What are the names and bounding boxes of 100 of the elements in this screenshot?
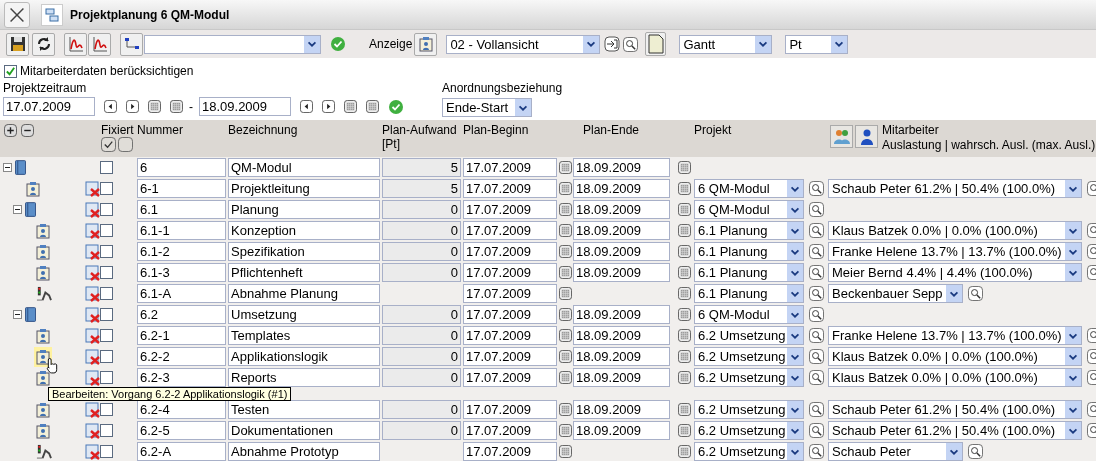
number-field[interactable]: 6.2-2: [137, 347, 226, 366]
delete-button[interactable]: [85, 180, 101, 197]
calendar-button[interactable]: [678, 203, 691, 216]
effort-field[interactable]: 0: [382, 263, 461, 282]
search-button[interactable]: [623, 36, 639, 52]
collapse-toggle[interactable]: [13, 205, 22, 214]
calendar-button[interactable]: [678, 182, 691, 195]
calendar-button[interactable]: [559, 371, 572, 384]
effort-field[interactable]: 0: [382, 368, 461, 387]
date-field[interactable]: 18.09.2009: [573, 158, 670, 177]
project-select[interactable]: 6.1 Planung: [694, 284, 804, 303]
project-select[interactable]: 6.2 Umsetzung: [694, 326, 804, 345]
delete-button[interactable]: [85, 222, 101, 239]
calendar-button[interactable]: [559, 329, 572, 342]
expand-all-button[interactable]: [3, 123, 18, 138]
number-field[interactable]: 6.1-1: [137, 221, 226, 240]
date-field[interactable]: 18.09.2009: [573, 421, 670, 440]
search-button[interactable]: [809, 328, 824, 343]
project-select[interactable]: 6.1 Planung: [694, 242, 804, 261]
calendar-button[interactable]: [559, 266, 572, 279]
date-field[interactable]: 17.07.2009: [463, 284, 557, 303]
apply-button[interactable]: [604, 36, 621, 52]
name-field[interactable]: Planung: [228, 200, 380, 219]
date-field[interactable]: 17.07.2009: [463, 200, 557, 219]
search-button[interactable]: [968, 286, 983, 301]
name-field[interactable]: Applikationslogik: [228, 347, 380, 366]
checkbox[interactable]: [100, 329, 113, 342]
name-field[interactable]: Templates: [228, 326, 380, 345]
delete-button[interactable]: [85, 422, 101, 439]
date-field[interactable]: 17.07.2009: [463, 242, 557, 261]
name-field[interactable]: Reports: [228, 368, 380, 387]
page-button[interactable]: [645, 32, 667, 56]
relation-select[interactable]: Ende-Start: [442, 98, 532, 117]
project-select[interactable]: 6.1 Planung: [694, 263, 804, 282]
date-field[interactable]: 17.07.2009: [463, 263, 557, 282]
calendar-button[interactable]: [678, 266, 691, 279]
delete-button[interactable]: [85, 243, 101, 260]
previous-button[interactable]: [300, 100, 313, 113]
effort-field[interactable]: 0: [382, 326, 461, 345]
name-field[interactable]: QM-Modul: [228, 158, 380, 177]
calendar-button[interactable]: [559, 287, 572, 300]
person-button[interactable]: [855, 125, 878, 148]
date-field[interactable]: 17.07.2009: [3, 97, 95, 116]
next-button[interactable]: [322, 100, 335, 113]
date-field[interactable]: 18.09.2009: [199, 97, 291, 116]
project-select[interactable]: 6.2 Umsetzung: [694, 442, 804, 461]
effort-field[interactable]: 0: [382, 400, 461, 419]
folder-icon[interactable]: [24, 306, 37, 323]
effort-field[interactable]: 0: [382, 221, 461, 240]
employee-select[interactable]: Franke Helene 13.7% | 13.7% (100.0%): [828, 326, 1082, 345]
search-button[interactable]: [809, 202, 824, 217]
calendar-button[interactable]: [559, 424, 572, 437]
calendar-button[interactable]: [678, 424, 691, 437]
milestone-icon[interactable]: [34, 285, 53, 302]
delete-button[interactable]: [85, 285, 101, 302]
delete-button[interactable]: [85, 201, 101, 218]
milestone-icon[interactable]: [34, 443, 53, 460]
effort-field[interactable]: 0: [382, 347, 461, 366]
date-field[interactable]: 17.07.2009: [463, 326, 557, 345]
project-select[interactable]: 6 QM-Modul: [694, 200, 804, 219]
name-field[interactable]: Abnahme Prototyp: [228, 442, 380, 461]
name-field[interactable]: Spezifikation: [228, 242, 380, 261]
employee-select[interactable]: Schaub Peter 61.2% | 50.4% (100.0%): [828, 421, 1082, 440]
folder-icon[interactable]: [14, 159, 27, 176]
delete-button[interactable]: [85, 348, 101, 365]
calendar-button[interactable]: [559, 224, 572, 237]
date-field[interactable]: 18.09.2009: [573, 221, 670, 240]
calendar-button[interactable]: [559, 161, 572, 174]
calendar-button[interactable]: [678, 224, 691, 237]
delete-button[interactable]: [85, 306, 101, 323]
name-field[interactable]: Pflichtenheft: [228, 263, 380, 282]
number-field[interactable]: 6-1: [137, 179, 226, 198]
unit-select[interactable]: Pt: [785, 34, 849, 54]
project-select[interactable]: 6.2 Umsetzung: [694, 368, 804, 387]
checkbox[interactable]: [100, 403, 113, 416]
delete-button[interactable]: [85, 369, 101, 386]
date-field[interactable]: 17.07.2009: [463, 400, 557, 419]
date-field[interactable]: 18.09.2009: [573, 400, 670, 419]
delete-button[interactable]: [85, 443, 101, 460]
checkbox[interactable]: [100, 245, 113, 258]
uncheck-all-button[interactable]: [118, 137, 133, 152]
date-field[interactable]: 17.07.2009: [463, 442, 557, 461]
date-field[interactable]: 17.07.2009: [463, 179, 557, 198]
search-button[interactable]: [809, 265, 824, 280]
number-field[interactable]: 6.1-2: [137, 242, 226, 261]
delete-button[interactable]: [85, 401, 101, 418]
folder-icon[interactable]: [24, 201, 37, 218]
project-select[interactable]: 6.1 Planung: [694, 221, 804, 240]
search-button[interactable]: [809, 349, 824, 364]
calendar-button[interactable]: [678, 308, 691, 321]
checkbox[interactable]: [100, 182, 113, 195]
calendar-button[interactable]: [678, 371, 691, 384]
date-field[interactable]: 17.07.2009: [463, 347, 557, 366]
number-field[interactable]: 6: [137, 158, 226, 177]
calendar-button[interactable]: [678, 245, 691, 258]
search-button[interactable]: [809, 223, 824, 238]
chart-button[interactable]: [88, 32, 111, 56]
employee-select[interactable]: Schaub Peter 61.2% | 50.4% (100.0%): [828, 179, 1082, 198]
name-field[interactable]: Abnahme Planung: [228, 284, 380, 303]
checkbox[interactable]: [4, 64, 17, 78]
